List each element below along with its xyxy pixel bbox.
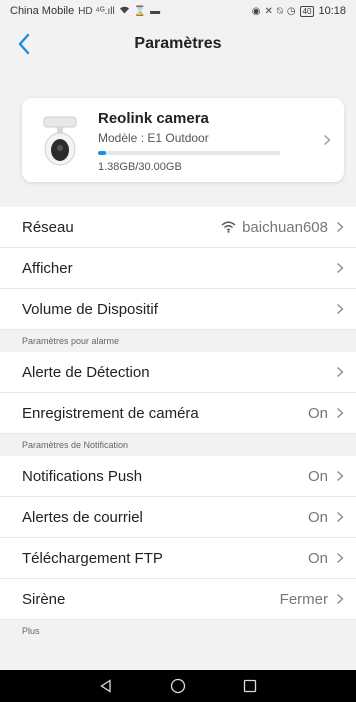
volume-row[interactable]: Volume de Dispositif [0, 289, 356, 330]
chevron-right-icon [337, 222, 344, 232]
network-value-group: baichuan608 [221, 219, 346, 236]
system-recents-button[interactable] [243, 679, 257, 693]
navigation-bar: Paramètres [0, 22, 356, 66]
display-row[interactable]: Afficher [0, 248, 356, 289]
display-label: Afficher [22, 259, 73, 277]
push-notifications-label: Notifications Push [22, 467, 143, 485]
chevron-right-icon [337, 304, 344, 314]
ftp-upload-row[interactable]: Téléchargement FTP On [0, 538, 356, 579]
chevron-right-icon [310, 134, 344, 146]
chevron-right-icon [337, 263, 344, 273]
email-alerts-row[interactable]: Alertes de courriel On [0, 497, 356, 538]
chevron-right-icon [337, 367, 344, 377]
carrier-name: China Mobile [10, 5, 75, 17]
battery-icon: 40 [299, 5, 315, 17]
siren-row[interactable]: Sirène Fermer [0, 579, 356, 620]
camera-recording-value-group: On [308, 405, 346, 422]
siren-value: Fermer [279, 590, 328, 608]
status-right: ◉ ✕ ⍉ ◷ 40 10:18 [252, 5, 346, 17]
camera-recording-value: On [307, 404, 328, 422]
system-navigation-bar [0, 670, 356, 702]
push-notifications-value: On [307, 467, 328, 485]
storage-usage: 1.38GB/30.00GB [98, 160, 182, 173]
chevron-right-icon [337, 553, 344, 563]
status-left: China Mobile HD ⁴ᴳ.ıll ⌛ ▬ [10, 5, 160, 17]
settings-list: Réseau baichuan608 Afficher Volume de Di… [0, 207, 356, 642]
device-model: Modèle : E1 Outdoor [98, 130, 209, 145]
detection-alert-label: Alerte de Détection [22, 363, 150, 381]
camera-thumbnail [22, 98, 98, 182]
clock: 10:18 [318, 5, 346, 17]
triangle-back-icon [99, 679, 111, 693]
wifi-status-icon [119, 5, 130, 17]
silent-icon: ⍉ [276, 5, 283, 17]
system-home-button[interactable] [170, 678, 186, 694]
system-back-button[interactable] [99, 679, 113, 693]
email-alerts-value-group: On [308, 509, 346, 526]
storage-progress-fill [98, 150, 107, 155]
storage-progress-bar [98, 150, 280, 155]
ftp-upload-label: Téléchargement FTP [22, 549, 163, 567]
device-card[interactable]: Reolink camera Modèle : E1 Outdoor 1.38G… [22, 98, 344, 182]
eye-icon: ◉ [251, 5, 261, 17]
status-bar: China Mobile HD ⁴ᴳ.ıll ⌛ ▬ ◉ ✕ ⍉ ◷ 40 10… [0, 0, 356, 22]
device-info: Reolink camera Modèle : E1 Outdoor 1.38G… [98, 108, 310, 173]
chevron-right-icon [337, 594, 344, 604]
email-alerts-label: Alertes de courriel [22, 508, 143, 526]
detection-alert-row[interactable]: Alerte de Détection [0, 352, 356, 393]
camera-recording-row[interactable]: Enregistrement de caméra On [0, 393, 356, 434]
notification-section-header: Paramètres de Notification [0, 434, 356, 456]
siren-value-group: Fermer [280, 591, 346, 608]
alarm-section-header: Paramètres pour alarme [0, 330, 356, 352]
ftp-upload-value: On [307, 549, 328, 567]
chevron-right-icon [337, 471, 344, 481]
siren-label: Sirène [22, 590, 66, 608]
volume-label: Volume de Dispositif [22, 300, 158, 318]
hourglass-icon: ⌛ [133, 5, 147, 17]
device-name: Reolink camera [98, 109, 209, 127]
chevron-right-icon [337, 512, 344, 522]
cellular-signal-icon: HD ⁴ᴳ.ıll [78, 5, 115, 17]
display-value-group [334, 262, 346, 274]
volume-value-group [334, 303, 346, 315]
email-alerts-value: On [307, 508, 328, 526]
wifi-icon [221, 221, 236, 233]
network-label: Réseau [22, 218, 74, 236]
chevron-right-icon [337, 408, 344, 418]
network-value: baichuan608 [242, 218, 328, 236]
push-notifications-row[interactable]: Notifications Push On [0, 456, 356, 497]
back-button[interactable] [8, 28, 40, 60]
camera-recording-label: Enregistrement de caméra [22, 404, 199, 422]
speed-icon: ◷ [286, 5, 296, 17]
camera-icon [43, 116, 77, 166]
square-recents-icon [244, 679, 257, 693]
detection-alert-value-group [334, 366, 346, 378]
image-icon: ▬ [150, 5, 161, 17]
chevron-left-icon [18, 33, 30, 55]
push-notifications-value-group: On [308, 468, 346, 485]
more-section-header: Plus [0, 620, 356, 642]
circle-home-icon [170, 678, 186, 694]
ftp-upload-value-group: On [308, 550, 346, 567]
network-row[interactable]: Réseau baichuan608 [0, 207, 356, 248]
mute-icon: ✕ [264, 5, 273, 17]
page-title: Paramètres [134, 35, 222, 52]
